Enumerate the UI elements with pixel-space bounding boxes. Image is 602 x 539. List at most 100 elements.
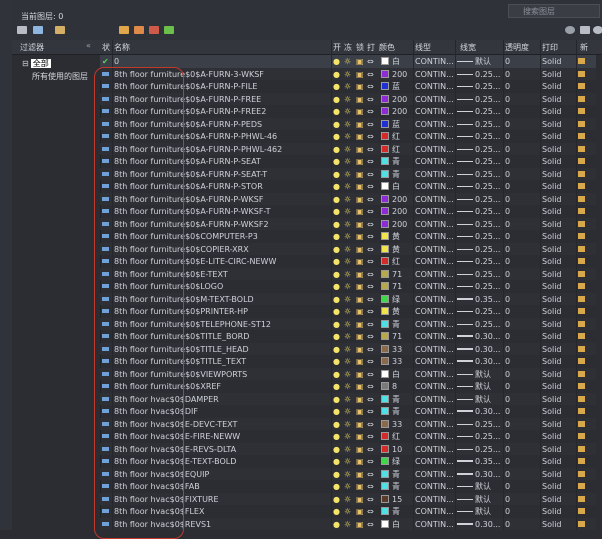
lineweight[interactable]: 0.25... — [475, 170, 500, 179]
linetype[interactable]: CONTIN... — [415, 232, 454, 241]
lock-icon[interactable]: ▣ — [356, 457, 364, 466]
linetype[interactable]: CONTIN... — [415, 70, 454, 79]
plot-toggle-icon[interactable]: ⇔ — [367, 145, 374, 154]
layer-name[interactable]: 8th floor furniture$0$A-FURN-P-WKSF2 — [114, 220, 332, 229]
transparency[interactable]: 0 — [505, 220, 510, 229]
layer-row[interactable]: 8th floor furniture$0$TITLE_HEAD ● ☼ ▣ ⇔ 33 CO… — [100, 342, 602, 355]
lightbulb-icon[interactable]: ● — [333, 232, 340, 241]
layer-name[interactable]: 8th floor hvac$0$E-REVS-DLTA — [114, 445, 332, 454]
linetype[interactable]: CONTIN... — [415, 457, 454, 466]
transparency[interactable]: 0 — [505, 420, 510, 429]
lineweight[interactable]: 0.25... — [475, 132, 500, 141]
column-divider[interactable] — [112, 40, 113, 530]
group-filter-button[interactable] — [32, 25, 44, 36]
color-swatch[interactable] — [381, 507, 389, 515]
color-swatch[interactable] — [381, 469, 389, 478]
transparency[interactable]: 0 — [505, 245, 510, 254]
sun-icon[interactable]: ☼ — [344, 520, 351, 529]
linetype[interactable]: CONTIN... — [415, 57, 454, 66]
color-name[interactable]: 青 — [392, 320, 400, 329]
linetype[interactable]: CONTIN... — [415, 407, 454, 416]
new-vp-freeze-icon[interactable] — [578, 395, 585, 402]
lineweight[interactable]: 0.35... — [475, 457, 500, 466]
plot-toggle-icon[interactable]: ⇔ — [367, 170, 374, 179]
transparency[interactable]: 0 — [505, 307, 510, 316]
lineweight[interactable]: 0.25... — [475, 320, 500, 329]
layer-row[interactable]: 8th floor hvac$0$E-FIRE-NEWW ● ☼ ▣ ⇔ 红 CONTIN.… — [100, 430, 602, 443]
color-name[interactable]: 白 — [392, 182, 400, 191]
color-name[interactable]: 71 — [392, 282, 402, 291]
linetype[interactable]: CONTIN... — [415, 207, 454, 216]
lineweight[interactable]: 0.25... — [475, 282, 500, 291]
sun-icon[interactable]: ☼ — [344, 395, 351, 404]
linetype[interactable]: CONTIN... — [415, 107, 454, 116]
plot-toggle-icon[interactable]: ⇔ — [367, 245, 374, 254]
lineweight[interactable]: 0.35... — [475, 295, 500, 304]
sun-icon[interactable]: ☼ — [344, 432, 351, 441]
color-name[interactable]: 200 — [392, 95, 407, 104]
linetype[interactable]: CONTIN... — [415, 520, 454, 529]
color-name[interactable]: 白 — [392, 370, 400, 379]
lightbulb-icon[interactable]: ● — [333, 345, 340, 354]
lineweight[interactable]: 默认 — [475, 495, 491, 504]
plot-toggle-icon[interactable]: ⇔ — [367, 495, 374, 504]
new-vp-freeze-icon[interactable] — [578, 258, 585, 264]
color-name[interactable]: 71 — [392, 270, 402, 279]
transparency[interactable]: 0 — [505, 270, 510, 279]
lightbulb-icon[interactable]: ● — [333, 82, 340, 91]
layer-row[interactable]: 8th floor furniture$0$A-FURN-P-SEAT ● ☼ ▣ ⇔ 青… — [100, 155, 602, 168]
color-swatch[interactable] — [381, 394, 389, 403]
col-header-name[interactable]: 名称 — [114, 42, 130, 53]
linetype[interactable]: CONTIN... — [415, 132, 454, 141]
collapse-panel-button[interactable]: « — [86, 41, 91, 50]
lineweight[interactable]: 0.25... — [475, 95, 500, 104]
sun-icon[interactable]: ☼ — [344, 357, 351, 366]
lightbulb-icon[interactable]: ● — [333, 320, 340, 329]
layer-row[interactable]: 8th floor furniture$0$A-FURN-P-FILE ● ☼ ▣ ⇔ 蓝… — [100, 80, 602, 93]
new-vp-freeze-icon[interactable] — [578, 358, 585, 364]
lineweight[interactable]: 0.25... — [475, 70, 500, 79]
lineweight[interactable]: 0.30... — [475, 345, 500, 354]
layer-row[interactable]: 8th floor furniture$0$A-FURN-P-PHWL-462 ●… — [100, 142, 602, 155]
color-name[interactable]: 黄 — [392, 245, 400, 254]
lightbulb-icon[interactable]: ● — [333, 495, 340, 504]
new-vp-freeze-icon[interactable] — [578, 495, 585, 502]
plot-toggle-icon[interactable]: ⇔ — [367, 470, 374, 479]
linetype[interactable]: CONTIN... — [415, 320, 454, 329]
layer-row[interactable]: 8th floor hvac$0$REVS1 ● ☼ ▣ ⇔ 白 CONTIN... 0.30… — [100, 517, 602, 530]
plot-toggle-icon[interactable]: ⇔ — [367, 270, 374, 279]
transparency[interactable]: 0 — [505, 470, 510, 479]
layer-row[interactable]: 8th floor furniture$0$TELEPHONE-ST12 ● ☼ ▣ ⇔… — [100, 317, 602, 330]
sun-icon[interactable]: ☼ — [344, 320, 351, 329]
transparency[interactable]: 0 — [505, 395, 510, 404]
layer-name[interactable]: 8th floor furniture$0$COPIER-XRX — [114, 245, 332, 254]
layer-name[interactable]: 8th floor furniture$0$TITLE_HEAD — [114, 345, 332, 354]
color-swatch[interactable] — [381, 407, 389, 415]
lock-icon[interactable]: ▣ — [356, 357, 364, 366]
new-vp-freeze-icon[interactable] — [578, 183, 585, 189]
layer-name[interactable]: 8th floor hvac$0$DIF — [114, 407, 332, 416]
transparency[interactable]: 0 — [505, 320, 510, 329]
lineweight[interactable]: 0.30... — [475, 407, 500, 416]
new-vp-freeze-icon[interactable] — [578, 233, 585, 239]
transparency[interactable]: 0 — [505, 482, 510, 491]
layer-row[interactable]: 8th floor furniture$0$TITLE_TEXT ● ☼ ▣ ⇔ 33 CO… — [100, 355, 602, 368]
new-vp-freeze-icon[interactable] — [578, 333, 585, 339]
layer-row[interactable]: 8th floor furniture$0$VIEWPORTS ● ☼ ▣ ⇔ 白 CONT… — [100, 367, 602, 380]
tree-expand-icon[interactable]: ⊟ — [22, 59, 29, 68]
plot-toggle-icon[interactable]: ⇔ — [367, 82, 374, 91]
color-name[interactable]: 黄 — [392, 232, 400, 241]
color-swatch[interactable] — [381, 132, 389, 140]
transparency[interactable]: 0 — [505, 295, 510, 304]
transparency[interactable]: 0 — [505, 370, 510, 379]
plot-toggle-icon[interactable]: ⇔ — [367, 432, 374, 441]
layer-row[interactable]: 8th floor furniture$0$XREF ● ☼ ▣ ⇔ 8 CONTIN...… — [100, 380, 602, 393]
color-name[interactable]: 33 — [392, 420, 402, 429]
sun-icon[interactable]: ☼ — [344, 120, 351, 129]
plot-toggle-icon[interactable]: ⇔ — [367, 107, 374, 116]
layer-name[interactable]: 8th floor furniture$0$PRINTER-HP — [114, 307, 332, 316]
sun-icon[interactable]: ☼ — [344, 157, 351, 166]
col-header-color[interactable]: 颜色 — [379, 42, 395, 53]
layer-row[interactable]: 8th floor furniture$0$A-FURN-3-WKSF ● ☼ ▣ ⇔ 2… — [100, 67, 602, 80]
column-divider[interactable] — [576, 40, 577, 530]
